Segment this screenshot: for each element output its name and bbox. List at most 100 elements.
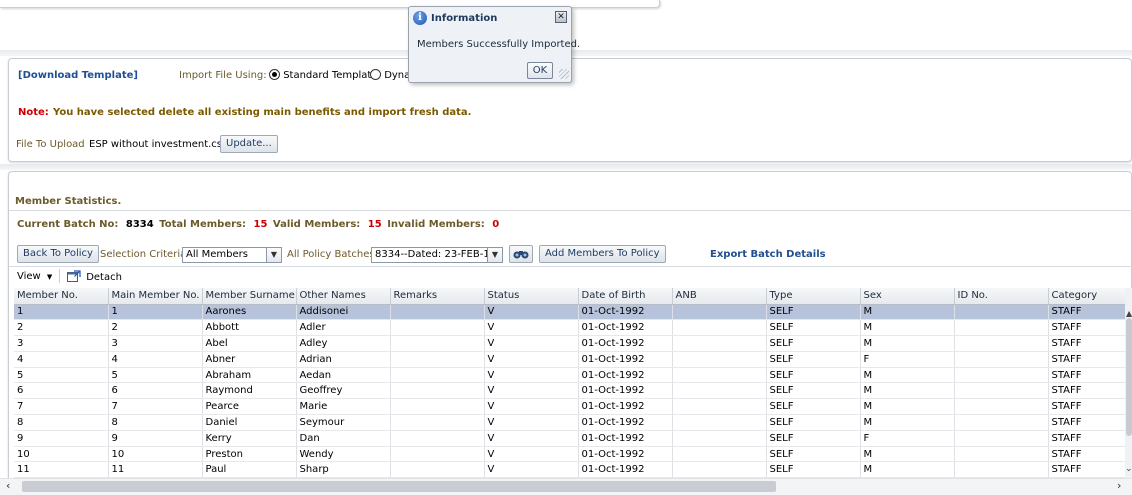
cell-category: STAFF (1048, 398, 1126, 416)
file-to-upload-label: File To Upload (16, 139, 85, 150)
cell-status: V (484, 335, 579, 352)
table-row[interactable]: 11 11 Paul Sharp V 01-Oct-1992 SELF M STAFF (14, 461, 1126, 479)
cell-date-of-birth: 01-Oct-1992 (578, 319, 673, 337)
selection-criteria-select[interactable]: All Members ▼ (182, 247, 282, 263)
ok-button[interactable]: OK (527, 62, 553, 79)
radio-empty-icon[interactable] (370, 69, 381, 80)
chevron-down-icon[interactable]: ▼ (487, 248, 502, 262)
update-button[interactable]: Update... (220, 135, 278, 153)
cell-id-no (954, 319, 1049, 337)
back-to-policy-button[interactable]: Back To Policy (17, 245, 99, 263)
cell-remarks (390, 367, 485, 384)
cell-type: SELF (766, 461, 861, 479)
dialog-title-bar[interactable]: i Information ✕ (409, 7, 571, 29)
table-header-row: Member No. Main Member No. Member Surname O… (14, 288, 1126, 305)
download-template-link[interactable]: [Download Template] (18, 70, 138, 81)
table-row[interactable]: 9 9 Kerry Dan V 01-Oct-1992 SELF F STAFF (14, 430, 1126, 447)
column-header-category[interactable]: Category (1048, 288, 1126, 305)
cell-main-member-no: 2 (108, 319, 203, 337)
cell-anb (672, 414, 767, 431)
cell-member-no: 11 (14, 461, 109, 479)
add-members-button[interactable]: Add Members To Policy (539, 245, 666, 263)
selection-criteria-value: All Members (186, 249, 248, 260)
cell-sex: M (860, 414, 955, 431)
cell-anb (672, 304, 767, 321)
dynamic-template-option[interactable]: Dyna (370, 69, 410, 81)
cell-member-surname: Raymond (202, 382, 297, 400)
cell-member-no: 9 (14, 430, 109, 447)
cell-main-member-no: 1 (108, 304, 203, 321)
cell-sex: F (860, 430, 955, 447)
invalid-label: Invalid Members: (387, 219, 485, 230)
column-header-id-no[interactable]: ID No. (954, 288, 1049, 305)
information-dialog: i Information ✕ Members Successfully Imp… (408, 6, 580, 83)
chevron-down-icon[interactable]: ▼ (266, 248, 281, 262)
column-header-member-no[interactable]: Member No. (14, 288, 109, 305)
scroll-left-icon[interactable]: ‹ (6, 479, 10, 492)
table-row[interactable]: 1 1 Aarones Addisonei V 01-Oct-1992 SELF M STAFF (14, 304, 1126, 321)
cell-date-of-birth: 01-Oct-1992 (578, 430, 673, 447)
detach-button[interactable]: Detach (67, 270, 122, 283)
resize-grip-icon[interactable] (559, 69, 569, 79)
view-menu-label: View (17, 271, 41, 282)
dialog-message: Members Successfully Imported. (417, 39, 581, 50)
cell-sex: M (860, 367, 955, 384)
column-header-type[interactable]: Type (766, 288, 861, 305)
valid-label: Valid Members: (272, 219, 361, 230)
cell-member-no: 10 (14, 446, 109, 463)
cell-id-no (954, 398, 1049, 416)
table-row[interactable]: 4 4 Abner Adrian V 01-Oct-1992 SELF F STAFF (14, 351, 1126, 368)
radio-selected-icon[interactable] (269, 69, 280, 80)
close-icon[interactable]: ✕ (555, 11, 567, 23)
policy-batches-select[interactable]: 8334--Dated: 23-FEB-18 ▼ (371, 247, 503, 263)
cell-anb (672, 382, 767, 400)
cell-sex: F (860, 351, 955, 368)
cell-sex: M (860, 304, 955, 321)
cell-member-no: 7 (14, 398, 109, 416)
cell-category: STAFF (1048, 446, 1126, 463)
column-header-remarks[interactable]: Remarks (390, 288, 485, 305)
scroll-up-icon[interactable]: ▲ (1126, 309, 1132, 318)
table-row[interactable]: 3 3 Abel Adley V 01-Oct-1992 SELF M STAFF (14, 335, 1126, 352)
scroll-right-icon[interactable]: › (1117, 479, 1121, 492)
cell-sex: M (860, 461, 955, 479)
policy-batches-value: 8334--Dated: 23-FEB-18 (375, 249, 497, 260)
cell-remarks (390, 351, 485, 368)
column-header-main-member-no[interactable]: Main Member No. (108, 288, 203, 305)
cell-status: V (484, 430, 579, 447)
column-header-sex[interactable]: Sex (860, 288, 955, 305)
table-row[interactable]: 8 8 Daniel Seymour V 01-Oct-1992 SELF M STAFF (14, 414, 1126, 431)
cell-date-of-birth: 01-Oct-1992 (578, 446, 673, 463)
column-header-anb[interactable]: ANB (672, 288, 767, 305)
note-text: You have selected delete all existing ma… (53, 107, 472, 118)
view-menu[interactable]: View ▼ (17, 271, 52, 282)
standard-template-option[interactable]: Standard Template (269, 69, 378, 81)
export-batch-details-link[interactable]: Export Batch Details (710, 249, 826, 260)
scroll-down-icon[interactable]: ⌄ (1125, 464, 1132, 474)
cell-status: V (484, 414, 579, 431)
cell-remarks (390, 446, 485, 463)
cell-status: V (484, 382, 579, 400)
cell-other-names: Dan (296, 430, 391, 447)
table-row[interactable]: 7 7 Pearce Marie V 01-Oct-1992 SELF M STAFF (14, 398, 1126, 416)
cell-main-member-no: 7 (108, 398, 203, 416)
column-header-date-of-birth[interactable]: Date of Birth (578, 288, 673, 305)
column-header-status[interactable]: Status (484, 288, 579, 305)
cell-remarks (390, 398, 485, 416)
column-header-member-surname[interactable]: Member Surname (202, 288, 297, 305)
vertical-scroll-thumb[interactable] (1126, 318, 1132, 436)
horizontal-scroll-thumb[interactable] (22, 481, 776, 492)
cell-other-names: Adler (296, 319, 391, 337)
table-row[interactable]: 6 6 Raymond Geoffrey V 01-Oct-1992 SELF M STAFF (14, 382, 1126, 400)
cell-main-member-no: 6 (108, 382, 203, 400)
cell-sex: M (860, 335, 955, 352)
cell-member-no: 3 (14, 335, 109, 352)
search-button[interactable] (509, 245, 533, 263)
cell-other-names: Seymour (296, 414, 391, 431)
table-row[interactable]: 2 2 Abbott Adler V 01-Oct-1992 SELF M STAFF (14, 319, 1126, 337)
cell-sex: M (860, 319, 955, 337)
cell-date-of-birth: 01-Oct-1992 (578, 351, 673, 368)
table-row[interactable]: 5 5 Abraham Aedan V 01-Oct-1992 SELF M STAFF (14, 367, 1126, 384)
column-header-other-names[interactable]: Other Names (296, 288, 391, 305)
table-row[interactable]: 10 10 Preston Wendy V 01-Oct-1992 SELF M STAFF (14, 446, 1126, 463)
